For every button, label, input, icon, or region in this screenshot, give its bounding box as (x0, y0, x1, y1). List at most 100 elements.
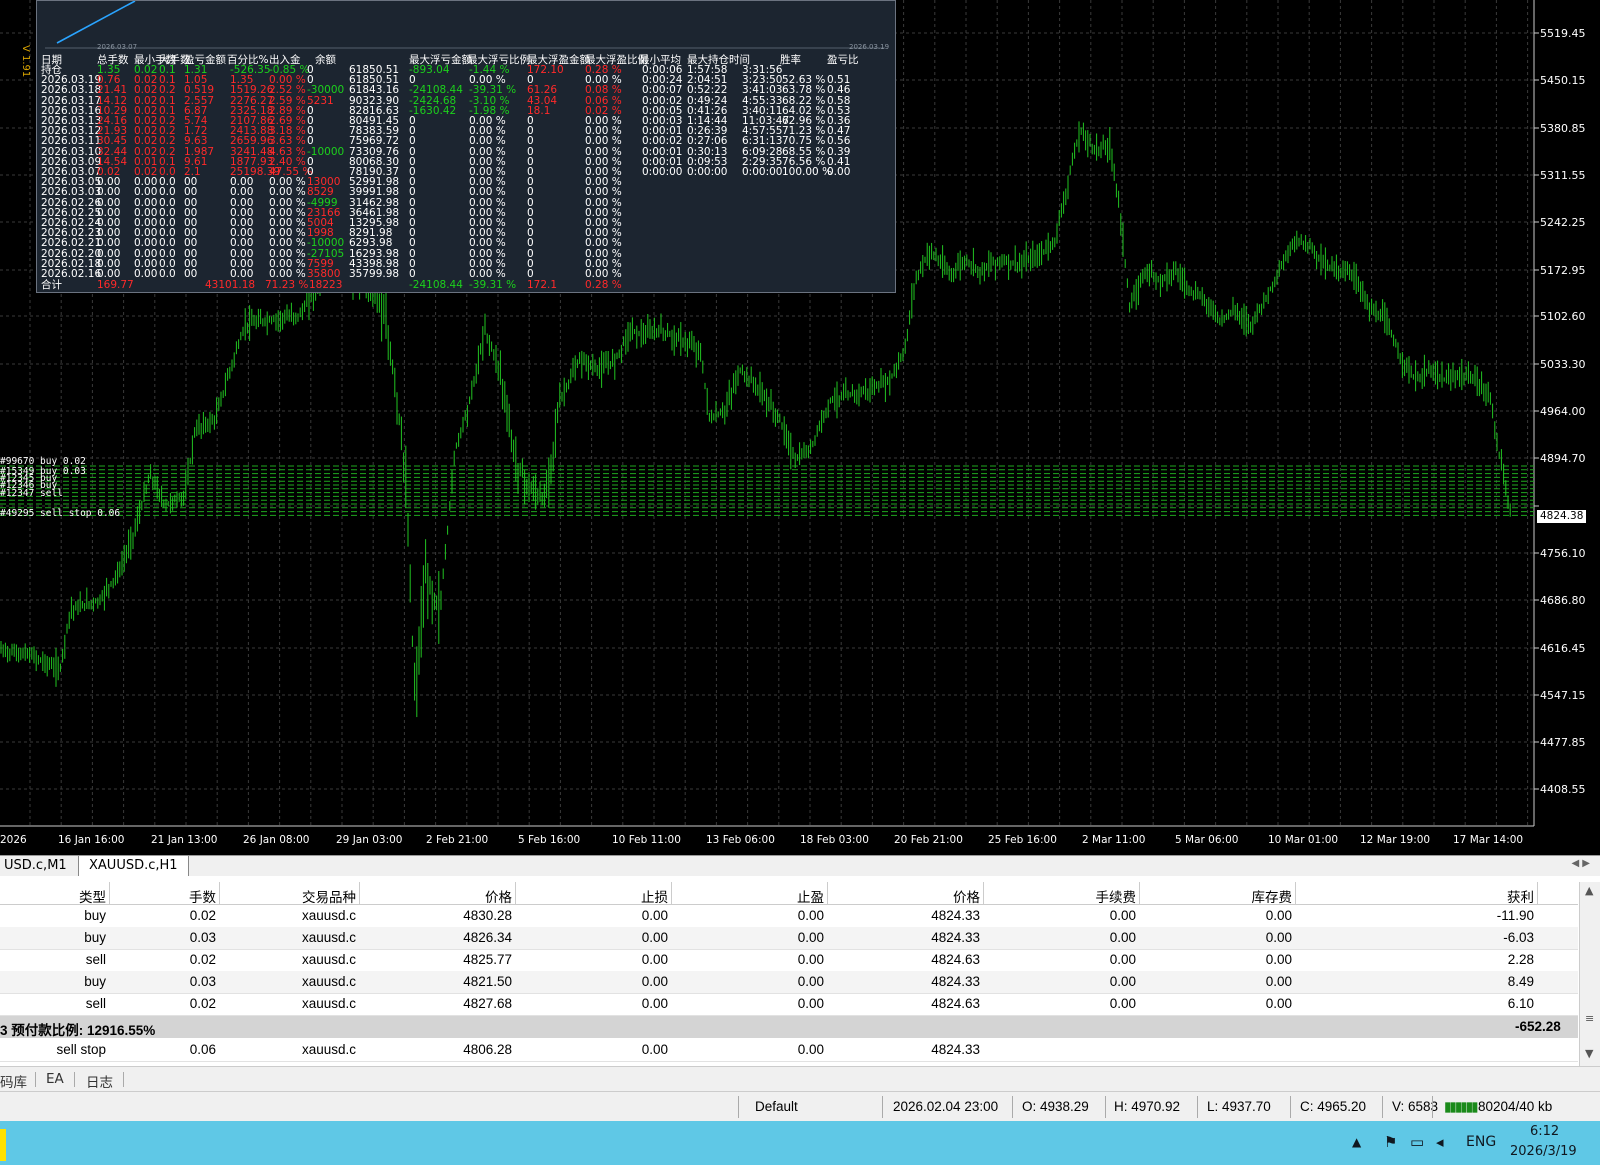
scroll-down-icon[interactable]: ▼ (1585, 1047, 1593, 1060)
column-header[interactable]: 库存费 (1252, 886, 1293, 906)
tab-scroll-arrows[interactable]: ◀ ▶ (1571, 858, 1590, 869)
balance-summary-row[interactable]: 3 预付款比例: 12916.55% -652.28 (0, 1016, 1578, 1038)
vertical-scrollbar[interactable]: ▲ ≡ ▼ (1579, 882, 1600, 1066)
time-label: 17 Mar 14:00 (1453, 834, 1524, 846)
stats-cell: 0.00 (230, 268, 254, 280)
position-row[interactable]: buy 0.03 xauusd.c 4826.34 0.00 0.00 4824.33 0.0… (0, 927, 1578, 950)
stats-cell: 35799.98 (349, 268, 400, 280)
time-label: 2 Mar 11:00 (1082, 834, 1146, 846)
pending-order-cell: xauusd.c (301, 1042, 356, 1057)
column-header[interactable]: 手续费 (1096, 886, 1137, 906)
time-label: 25 Feb 16:00 (988, 834, 1057, 846)
tray-network-icon[interactable]: ▭ (1410, 1133, 1424, 1151)
order-tag[interactable]: #49295 sell stop 0.06 (0, 509, 120, 519)
tray-volume-icon[interactable]: ◂ (1436, 1133, 1444, 1151)
position-cell: 0.00 (1265, 908, 1292, 923)
time-label: 10 Feb 11:00 (612, 834, 681, 846)
column-header[interactable]: 价格 (485, 886, 512, 906)
stats-total-cell: 18223 (309, 279, 343, 291)
position-cell: 0.00 (797, 974, 824, 989)
position-row[interactable]: buy 0.02 xauusd.c 4830.28 0.00 0.00 4824.33 0.0… (0, 905, 1578, 928)
order-tag[interactable]: #12347 sell (0, 489, 63, 499)
time-label: 2026 (0, 834, 27, 846)
taskbar-app-indicator[interactable] (0, 1129, 6, 1161)
column-separator[interactable] (515, 882, 516, 904)
price-label: 4616.45 (1540, 642, 1586, 655)
position-row[interactable]: sell 0.02 xauusd.c 4825.77 0.00 0.00 4824.63 0.… (0, 949, 1578, 972)
stats-header-cell: 胜率 (780, 54, 801, 66)
status-traffic: 80204/40 kb (1478, 1099, 1553, 1114)
column-separator[interactable] (359, 882, 360, 904)
position-cell: -11.90 (1496, 908, 1534, 923)
tab-usd-m1[interactable]: USD.c,M1 (0, 856, 77, 876)
column-separator[interactable] (109, 882, 110, 904)
position-cell: xauusd.c (301, 996, 356, 1011)
column-header[interactable]: 止盈 (797, 886, 824, 906)
stats-cell: 0 (409, 268, 416, 280)
stats-cell: 0.00 % (269, 268, 306, 280)
column-separator[interactable] (1139, 882, 1140, 904)
tray-language[interactable]: ENG (1466, 1134, 1496, 1150)
price-label: 5311.55 (1540, 169, 1586, 182)
price-label: 5102.60 (1540, 310, 1586, 323)
stats-cell: 0:00:00 (642, 166, 683, 178)
tab-xauusd-h1[interactable]: XAUUSD.c,H1 (78, 856, 189, 877)
mini-chart-date-end: 2026.03.19 (849, 43, 890, 51)
position-cell: 0.00 (797, 908, 824, 923)
stats-total-cell: 43101.18 (205, 279, 256, 291)
tab-ea[interactable]: EA (46, 1071, 64, 1087)
column-header[interactable]: 价格 (953, 886, 980, 906)
scroll-up-icon[interactable]: ▲ (1585, 884, 1593, 897)
column-separator[interactable] (219, 882, 220, 904)
tray-expand-icon[interactable]: ▲ (1352, 1135, 1361, 1149)
column-header[interactable]: 手数 (189, 886, 216, 906)
status-high: H: 4970.92 (1114, 1099, 1181, 1114)
trade-table-header: 类型 手数 交易品种 价格 止损 止盈 价格 手续费 库存费 获利 (0, 882, 1578, 905)
position-cell: buy (84, 908, 106, 923)
column-separator[interactable] (671, 882, 672, 904)
stats-cell: 00 (184, 268, 198, 280)
position-cell: xauusd.c (301, 930, 356, 945)
column-separator[interactable] (1537, 882, 1538, 904)
stats-total-cell: 合计 (41, 279, 62, 291)
position-cell: xauusd.c (301, 908, 356, 923)
tray-clock-time[interactable]: 6:12 (1530, 1124, 1559, 1139)
position-cell: 0.00 (1265, 952, 1292, 967)
time-label: 26 Jan 08:00 (243, 834, 310, 846)
mini-chart-date-start: 2026.03.07 (97, 43, 138, 51)
position-cell: 4830.28 (463, 908, 512, 923)
position-cell: 4824.33 (931, 974, 980, 989)
column-header[interactable]: 交易品种 (302, 886, 356, 906)
price-label: 4756.10 (1540, 547, 1586, 560)
column-separator[interactable] (983, 882, 984, 904)
column-header[interactable]: 类型 (79, 886, 106, 906)
scroll-grip-icon[interactable]: ≡ (1585, 1012, 1594, 1025)
position-cell: 0.00 (797, 952, 824, 967)
status-low: L: 4937.70 (1207, 1099, 1271, 1114)
pending-order-cell: 0.00 (797, 1042, 824, 1057)
price-chart[interactable]: 5519.45 5450.15 5380.85 5311.55 5242.25 5172.… (0, 0, 1600, 855)
column-separator[interactable] (827, 882, 828, 904)
time-label: 5 Mar 06:00 (1175, 834, 1239, 846)
position-row[interactable]: buy 0.03 xauusd.c 4821.50 0.00 0.00 4824.33 0.0… (0, 971, 1578, 994)
pending-order-row[interactable]: sell stop 0.06 xauusd.c 4806.28 0.00 0.00 4824… (0, 1039, 1578, 1062)
tray-flag-icon[interactable]: ⚑ (1384, 1133, 1397, 1151)
position-cell: -6.03 (1503, 930, 1534, 945)
time-label: 12 Mar 19:00 (1360, 834, 1431, 846)
tray-clock-date[interactable]: 2026/3/19 (1510, 1144, 1577, 1159)
column-header[interactable]: 获利 (1507, 886, 1534, 906)
position-cell: 0.02 (189, 908, 216, 923)
stats-cell: 0.00 (97, 268, 121, 280)
pending-order-cell: 0.00 (641, 1042, 668, 1057)
stats-total-cell: 172.1 (527, 279, 558, 291)
position-row[interactable]: sell 0.02 xauusd.c 4827.68 0.00 0.00 4824.63 0.… (0, 993, 1578, 1016)
stats-header-cell: 盈亏比 (827, 54, 859, 66)
price-label: 5519.45 (1540, 27, 1586, 40)
column-separator[interactable] (1295, 882, 1296, 904)
tab-codebase[interactable]: 码库 (0, 1071, 27, 1091)
column-header[interactable]: 止损 (641, 886, 668, 906)
stats-total-cell: 169.77 (97, 279, 134, 291)
tab-journal[interactable]: 日志 (86, 1071, 113, 1091)
screen-bottom-edge (0, 1165, 1600, 1172)
time-label: 20 Feb 21:00 (894, 834, 963, 846)
